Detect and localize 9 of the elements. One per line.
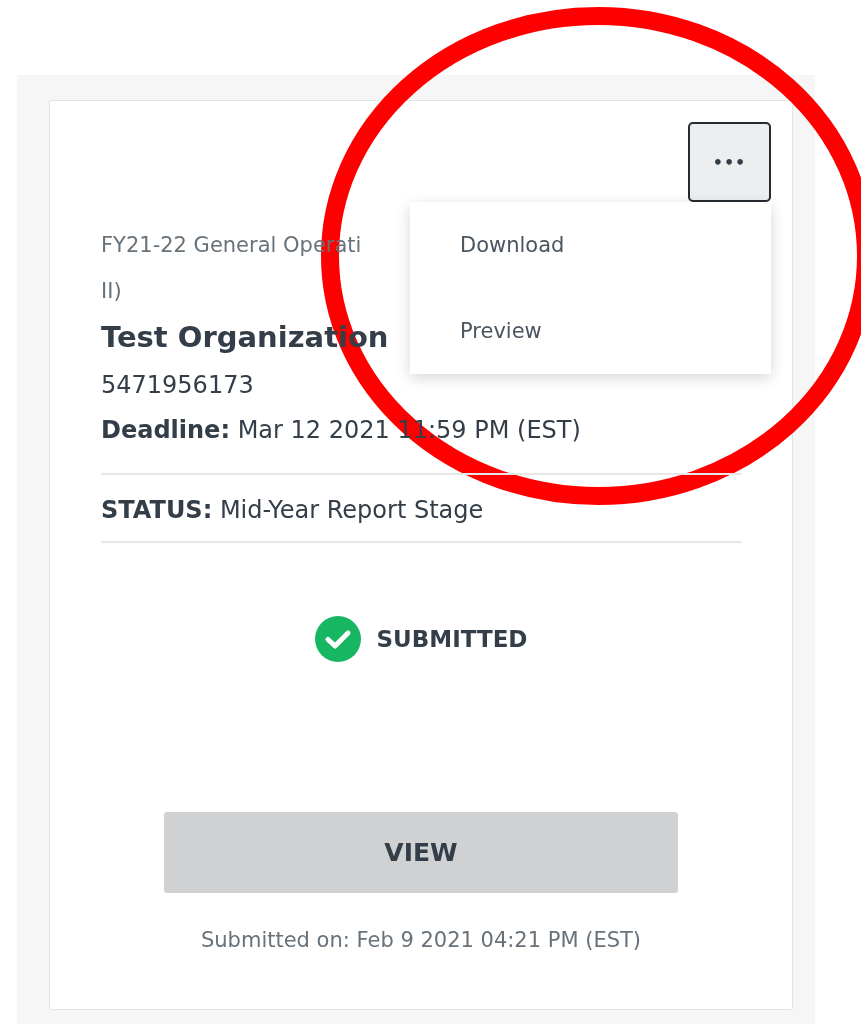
status-text: STATUS: Mid-Year Report Stage <box>101 495 485 526</box>
view-button[interactable]: VIEW <box>164 812 678 893</box>
submission-status: SUBMITTED <box>376 626 528 652</box>
more-options-button[interactable]: ••• <box>688 122 771 202</box>
grant-title: II) <box>101 278 122 305</box>
submitted-date: Submitted on: Feb 9 2021 04:21 PM (EST) <box>199 927 642 954</box>
organization-number: 5471956173 <box>101 370 255 401</box>
menu-item[interactable]: Preview <box>410 288 771 374</box>
menu-item[interactable]: Download <box>410 202 771 288</box>
